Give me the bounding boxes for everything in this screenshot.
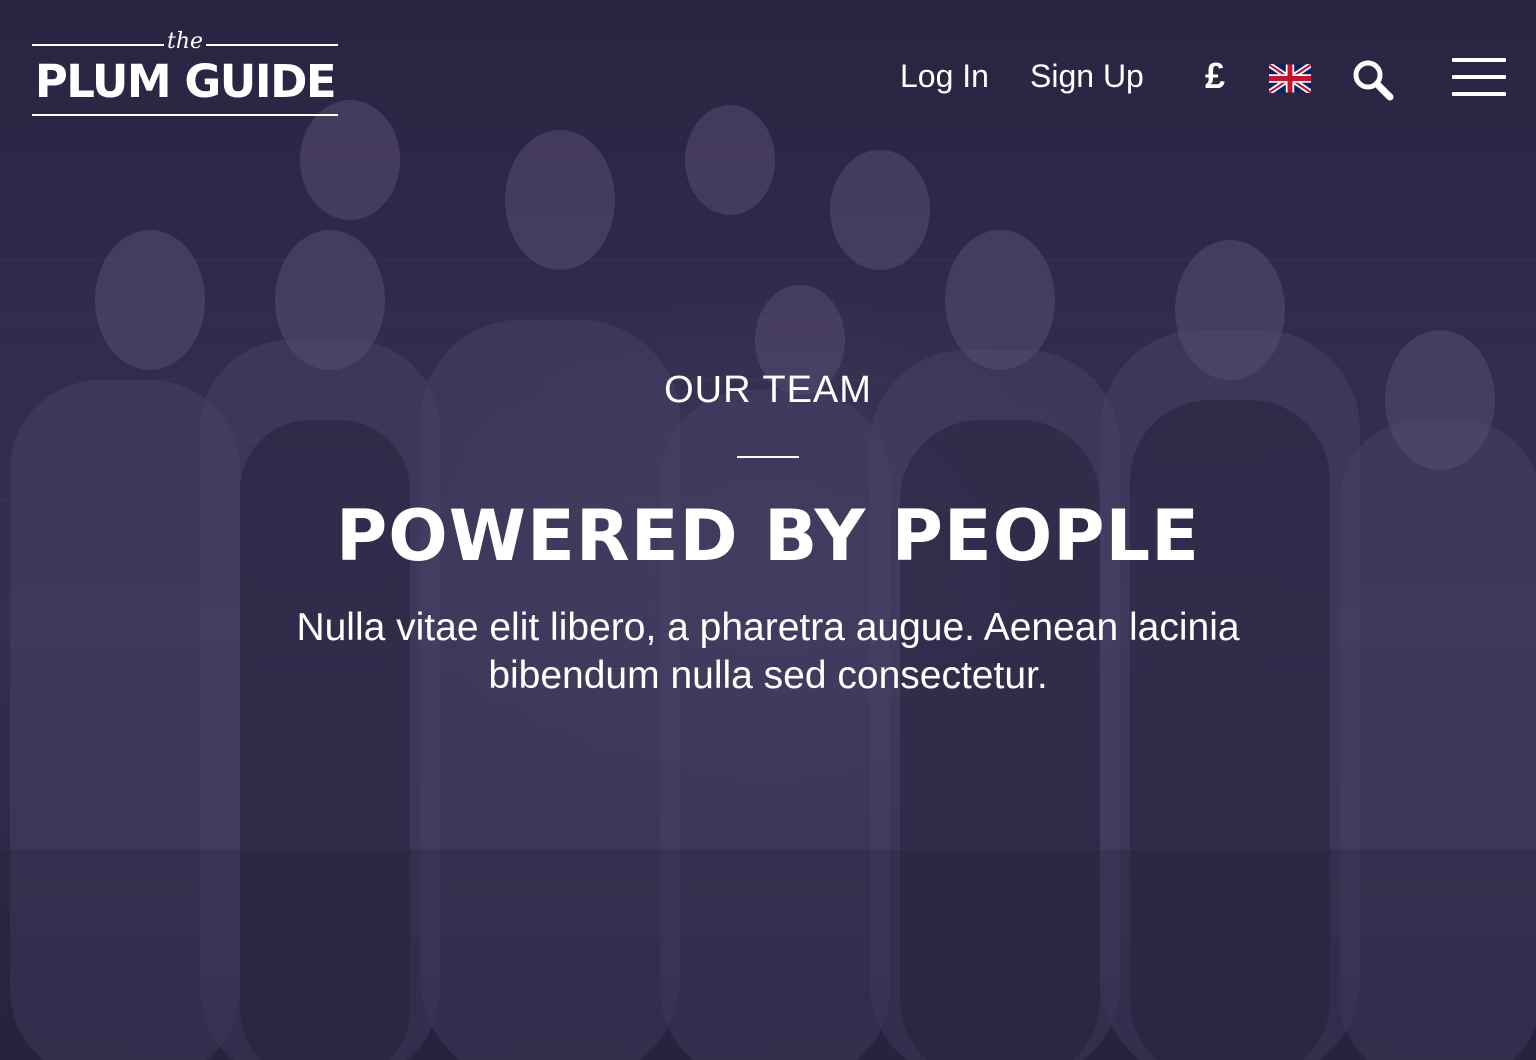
plum-guide-logo[interactable]: the PLUM GUIDE xyxy=(32,30,338,118)
hero-content: OUR TEAM POWERED BY PEOPLE Nulla vitae e… xyxy=(0,360,1536,700)
signup-link[interactable]: Sign Up xyxy=(1030,56,1144,96)
logo-rule-bottom xyxy=(32,114,338,116)
logo-wordmark: PLUM GUIDE xyxy=(34,55,337,108)
menu-bar-middle xyxy=(1452,75,1506,79)
menu-bar-top xyxy=(1452,58,1506,62)
login-link[interactable]: Log In xyxy=(900,56,989,96)
hamburger-menu-icon[interactable] xyxy=(1452,58,1506,98)
eyebrow-divider xyxy=(737,456,799,458)
hero-headline: POWERED BY PEOPLE xyxy=(336,495,1200,577)
logo-the-text: the xyxy=(166,29,204,54)
uk-flag-icon[interactable] xyxy=(1267,62,1313,95)
hero-section: the PLUM GUIDE Log In Sign Up £ OUR TEAM… xyxy=(0,0,1536,1060)
search-icon[interactable] xyxy=(1351,58,1395,102)
section-eyebrow: OUR TEAM xyxy=(664,369,872,411)
logo-rule-right xyxy=(206,44,338,46)
menu-bar-bottom xyxy=(1452,92,1506,96)
site-header: the PLUM GUIDE Log In Sign Up £ xyxy=(0,0,1536,150)
currency-selector[interactable]: £ xyxy=(1205,54,1225,98)
hero-subtext: Nulla vitae elit libero, a pharetra augu… xyxy=(296,606,1240,697)
